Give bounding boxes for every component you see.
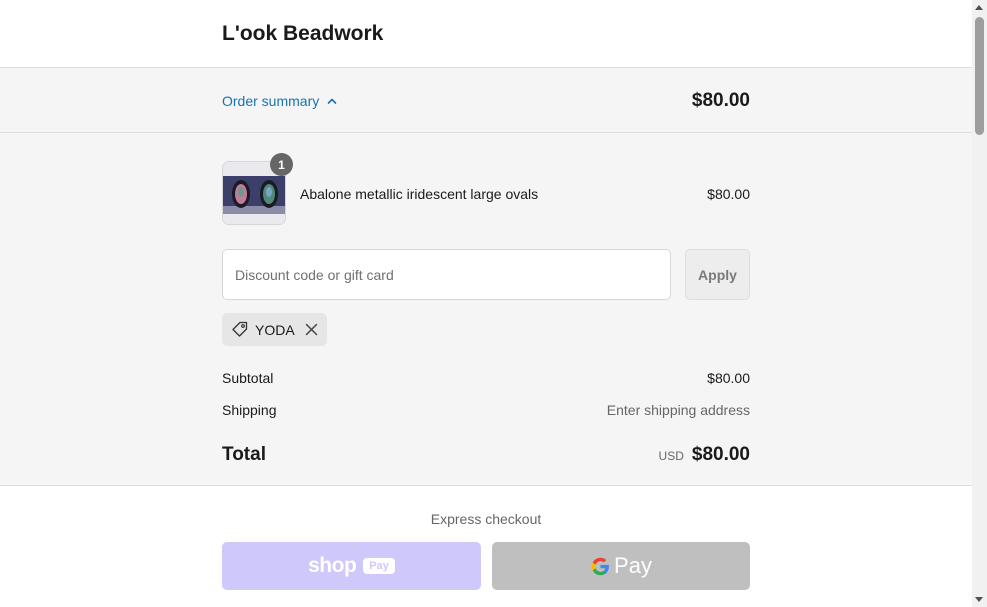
order-summary-panel: 1 Abalone metallic iridescent large oval… xyxy=(0,133,972,486)
order-summary-bar: Order summary $80.00 xyxy=(0,68,972,133)
tag-icon xyxy=(232,321,248,337)
scroll-down-arrow-icon[interactable] xyxy=(975,597,983,602)
shipping-label: Shipping xyxy=(222,402,277,418)
discount-code-input[interactable] xyxy=(222,249,671,300)
product-price: $80.00 xyxy=(707,186,750,202)
scrollbar-thumb[interactable] xyxy=(975,17,984,135)
apply-discount-button[interactable]: Apply xyxy=(685,249,750,300)
quantity-badge: 1 xyxy=(270,153,293,176)
line-item: 1 Abalone metallic iridescent large oval… xyxy=(222,153,750,225)
scroll-up-arrow-icon[interactable] xyxy=(975,5,983,10)
applied-discount-chip: YODA xyxy=(222,313,327,346)
discount-row: Apply xyxy=(222,249,750,300)
chevron-up-icon xyxy=(327,98,337,104)
google-pay-text: Pay xyxy=(614,553,652,578)
subtotal-row: Subtotal $80.00 xyxy=(222,370,750,386)
subtotal-label: Subtotal xyxy=(222,370,274,386)
total-row: Total USD $80.00 xyxy=(222,444,750,466)
shop-name[interactable]: L'ook Beadwork xyxy=(222,22,383,46)
shop-pay-button[interactable]: shop Pay xyxy=(222,542,481,590)
checkout-header: L'ook Beadwork xyxy=(0,0,972,68)
checkout-page: L'ook Beadwork Order summary $80.00 1 Ab… xyxy=(0,0,972,607)
total-label: Total xyxy=(222,444,266,465)
currency-code: USD xyxy=(658,449,684,463)
subtotal-value: $80.00 xyxy=(707,370,750,386)
order-summary-amount: $80.00 xyxy=(691,90,750,111)
express-checkout-label: Express checkout xyxy=(430,511,542,527)
shop-pay-pill: Pay xyxy=(363,558,395,574)
close-icon[interactable] xyxy=(305,323,318,336)
shipping-row: Shipping Enter shipping address xyxy=(222,402,750,418)
shop-pay-logo-text: shop xyxy=(308,554,357,577)
order-summary-label: Order summary xyxy=(222,93,320,109)
discount-code-label: YODA xyxy=(255,321,295,338)
total-amount: $80.00 xyxy=(691,444,750,465)
product-name: Abalone metallic iridescent large ovals xyxy=(300,186,539,202)
google-pay-button[interactable]: Pay xyxy=(492,542,750,590)
shipping-value: Enter shipping address xyxy=(606,402,750,418)
vertical-scrollbar[interactable] xyxy=(972,0,987,607)
google-g-icon xyxy=(591,557,609,575)
order-summary-toggle[interactable]: Order summary xyxy=(222,93,337,109)
total-value-group: USD $80.00 xyxy=(659,444,750,466)
